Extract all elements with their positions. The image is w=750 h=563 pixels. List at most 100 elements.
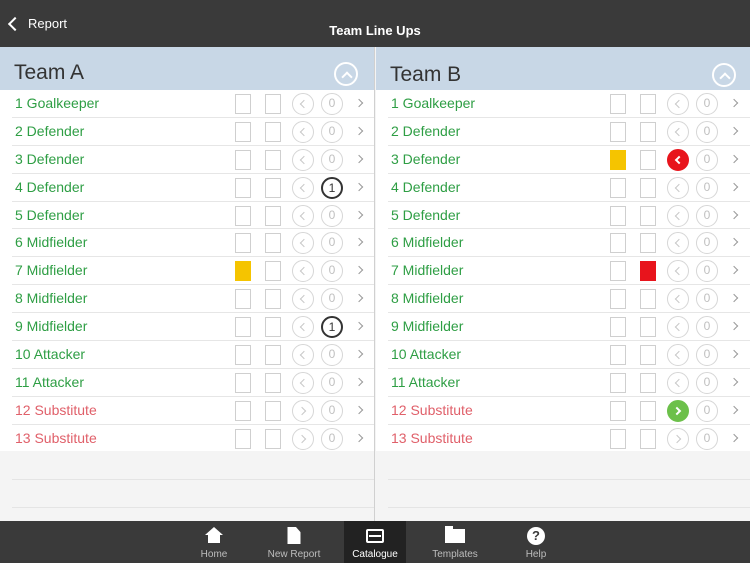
yellow-card-toggle[interactable] bbox=[610, 400, 626, 421]
player-name[interactable]: 5 Defender bbox=[391, 202, 460, 229]
red-card-toggle[interactable] bbox=[640, 205, 656, 226]
yellow-card-toggle[interactable] bbox=[610, 149, 626, 170]
red-card-toggle[interactable] bbox=[640, 233, 656, 254]
player-name[interactable]: 6 Midfielder bbox=[15, 229, 87, 256]
disclosure-chevron-icon[interactable] bbox=[729, 405, 739, 415]
red-card-toggle[interactable] bbox=[265, 345, 281, 366]
substitute-in-button[interactable] bbox=[292, 427, 314, 450]
disclosure-chevron-icon[interactable] bbox=[354, 349, 364, 359]
disclosure-chevron-icon[interactable] bbox=[729, 433, 739, 442]
tab-help[interactable]: ? Help bbox=[505, 521, 567, 563]
player-name[interactable]: 2 Defender bbox=[15, 118, 84, 145]
red-card-toggle[interactable] bbox=[265, 177, 281, 198]
substitute-out-button[interactable] bbox=[292, 371, 314, 394]
tab-new-report[interactable]: New Report bbox=[263, 521, 325, 563]
substitute-in-button[interactable] bbox=[292, 399, 314, 422]
yellow-card-toggle[interactable] bbox=[610, 233, 626, 254]
goal-count-button[interactable]: 0 bbox=[321, 260, 343, 283]
disclosure-chevron-icon[interactable] bbox=[729, 126, 739, 136]
disclosure-chevron-icon[interactable] bbox=[729, 210, 739, 219]
disclosure-chevron-icon[interactable] bbox=[729, 321, 739, 331]
yellow-card-toggle[interactable] bbox=[610, 94, 626, 114]
goal-count-button[interactable]: 0 bbox=[321, 204, 343, 227]
yellow-card-toggle[interactable] bbox=[235, 345, 251, 366]
player-name[interactable]: 3 Defender bbox=[15, 146, 84, 173]
substitute-out-button[interactable] bbox=[292, 148, 314, 171]
goal-count-button[interactable]: 0 bbox=[696, 288, 718, 311]
yellow-card-toggle[interactable] bbox=[610, 317, 626, 338]
disclosure-chevron-icon[interactable] bbox=[729, 293, 739, 303]
yellow-card-toggle[interactable] bbox=[235, 289, 251, 310]
tab-templates[interactable]: Templates bbox=[424, 521, 486, 563]
goal-count-button[interactable]: 0 bbox=[321, 371, 343, 394]
goal-count-button[interactable]: 0 bbox=[321, 427, 343, 450]
substitute-out-button[interactable] bbox=[667, 93, 689, 115]
substitute-in-button[interactable] bbox=[667, 399, 689, 422]
yellow-card-toggle[interactable] bbox=[610, 205, 626, 226]
goal-count-button[interactable]: 0 bbox=[696, 260, 718, 283]
player-name[interactable]: 12 Substitute bbox=[391, 397, 473, 424]
goal-count-button[interactable]: 1 bbox=[321, 176, 343, 199]
goal-count-button[interactable]: 0 bbox=[321, 344, 343, 367]
yellow-card-toggle[interactable] bbox=[235, 121, 251, 142]
substitute-out-button[interactable] bbox=[292, 232, 314, 255]
disclosure-chevron-icon[interactable] bbox=[354, 377, 364, 387]
player-name[interactable]: 9 Midfielder bbox=[391, 313, 463, 340]
substitute-out-button[interactable] bbox=[667, 232, 689, 255]
disclosure-chevron-icon[interactable] bbox=[354, 126, 364, 136]
player-name[interactable]: 11 Attacker bbox=[391, 369, 460, 396]
yellow-card-toggle[interactable] bbox=[610, 345, 626, 366]
yellow-card-toggle[interactable] bbox=[610, 372, 626, 393]
player-name[interactable]: 8 Midfielder bbox=[391, 285, 463, 312]
substitute-out-button[interactable] bbox=[292, 344, 314, 367]
player-name[interactable]: 10 Attacker bbox=[391, 341, 461, 368]
yellow-card-toggle[interactable] bbox=[235, 94, 251, 114]
goal-count-button[interactable]: 0 bbox=[321, 288, 343, 311]
disclosure-chevron-icon[interactable] bbox=[354, 210, 364, 219]
red-card-toggle[interactable] bbox=[265, 317, 281, 338]
disclosure-chevron-icon[interactable] bbox=[354, 238, 364, 247]
disclosure-chevron-icon[interactable] bbox=[354, 433, 364, 442]
player-name[interactable]: 7 Midfielder bbox=[391, 257, 463, 284]
goal-count-button[interactable]: 0 bbox=[321, 120, 343, 143]
red-card-toggle[interactable] bbox=[265, 400, 281, 421]
player-name[interactable]: 6 Midfielder bbox=[391, 229, 463, 256]
substitute-out-button[interactable] bbox=[667, 120, 689, 143]
player-name[interactable]: 2 Defender bbox=[391, 118, 460, 145]
player-name[interactable]: 1 Goalkeeper bbox=[391, 90, 475, 117]
tab-catalogue[interactable]: Catalogue bbox=[344, 521, 406, 563]
substitute-out-button[interactable] bbox=[292, 93, 314, 115]
goal-count-button[interactable]: 0 bbox=[696, 316, 718, 339]
goal-count-button[interactable]: 0 bbox=[696, 399, 718, 422]
red-card-toggle[interactable] bbox=[265, 205, 281, 226]
disclosure-chevron-icon[interactable] bbox=[354, 182, 364, 191]
player-name[interactable]: 3 Defender bbox=[391, 146, 460, 173]
red-card-toggle[interactable] bbox=[265, 261, 281, 282]
player-name[interactable]: 12 Substitute bbox=[15, 397, 97, 424]
red-card-toggle[interactable] bbox=[640, 121, 656, 142]
red-card-toggle[interactable] bbox=[265, 428, 281, 449]
goal-count-button[interactable]: 0 bbox=[696, 176, 718, 199]
substitute-out-button[interactable] bbox=[292, 288, 314, 311]
goal-count-button[interactable]: 0 bbox=[696, 344, 718, 367]
disclosure-chevron-icon[interactable] bbox=[729, 377, 739, 387]
disclosure-chevron-icon[interactable] bbox=[729, 154, 739, 164]
red-card-toggle[interactable] bbox=[640, 94, 656, 114]
yellow-card-toggle[interactable] bbox=[235, 261, 251, 282]
disclosure-chevron-icon[interactable] bbox=[354, 293, 364, 303]
red-card-toggle[interactable] bbox=[640, 149, 656, 170]
substitute-out-button[interactable] bbox=[667, 316, 689, 339]
player-name[interactable]: 4 Defender bbox=[15, 174, 84, 201]
yellow-card-toggle[interactable] bbox=[235, 317, 251, 338]
disclosure-chevron-icon[interactable] bbox=[729, 182, 739, 191]
disclosure-chevron-icon[interactable] bbox=[354, 154, 364, 164]
goal-count-button[interactable]: 0 bbox=[696, 204, 718, 227]
yellow-card-toggle[interactable] bbox=[235, 233, 251, 254]
yellow-card-toggle[interactable] bbox=[610, 121, 626, 142]
player-name[interactable]: 13 Substitute bbox=[391, 425, 473, 452]
substitute-out-button[interactable] bbox=[667, 176, 689, 199]
disclosure-chevron-icon[interactable] bbox=[729, 349, 739, 359]
goal-count-button[interactable]: 0 bbox=[321, 93, 343, 115]
substitute-out-button[interactable] bbox=[292, 260, 314, 283]
collapse-team-a-button[interactable] bbox=[334, 62, 358, 86]
